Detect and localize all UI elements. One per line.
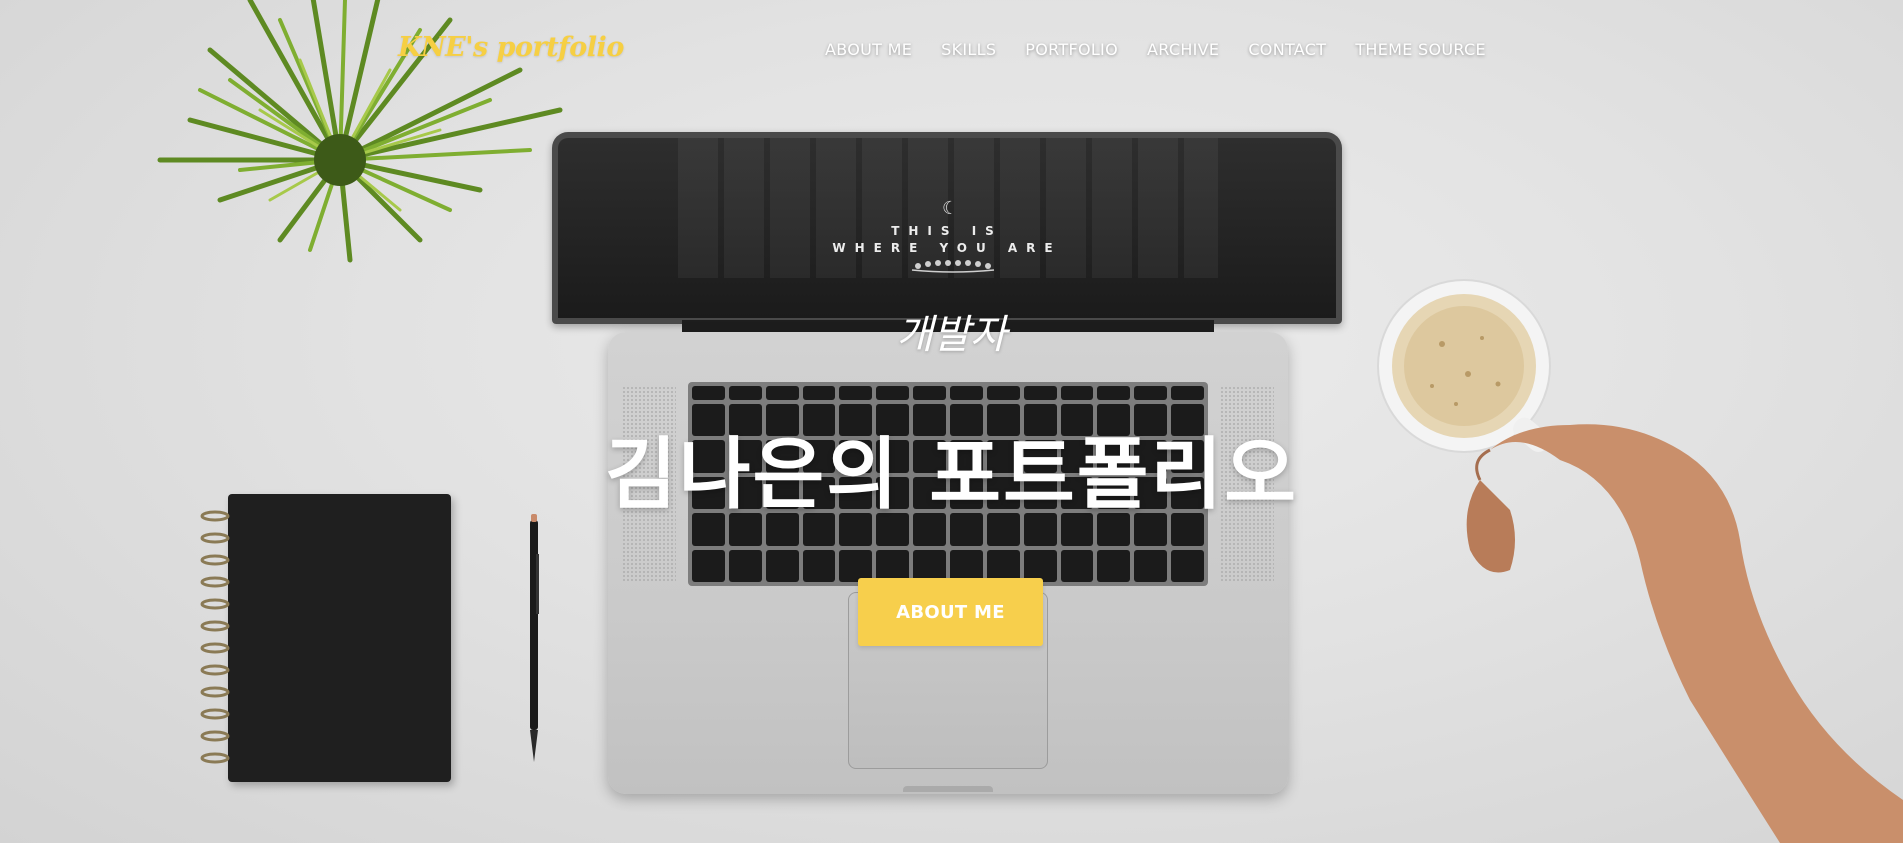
nav-item-contact[interactable]: CONTACT: [1248, 40, 1326, 59]
nav-item-portfolio[interactable]: PORTFOLIO: [1025, 40, 1118, 59]
about-me-button[interactable]: ABOUT ME: [858, 578, 1043, 646]
laptop-notch: [903, 786, 993, 792]
moon-icon: ☾: [942, 198, 959, 218]
nav-item-archive[interactable]: ARCHIVE: [1147, 40, 1219, 59]
laptop-screen-line2: WHERE YOU ARE: [832, 241, 1062, 255]
laurel-icon: [911, 260, 995, 273]
main-nav: ABOUT ME SKILLS PORTFOLIO ARCHIVE CONTAC…: [825, 40, 1515, 59]
spiral-binding-icon: [200, 510, 230, 764]
hero-title: 김나은의 포트폴리오: [605, 430, 1298, 520]
pen-image: [530, 514, 539, 762]
hero-section: KNE's portfolio ABOUT ME SKILLS PORTFOLI…: [0, 0, 1903, 843]
nav-item-about-me[interactable]: ABOUT ME: [825, 40, 912, 59]
notebook-image: [228, 494, 451, 782]
nav-item-skills[interactable]: SKILLS: [941, 40, 996, 59]
laptop-base: [608, 332, 1288, 794]
brand-logo[interactable]: KNE's portfolio: [398, 32, 624, 63]
nav-item-theme-source[interactable]: THEME SOURCE: [1355, 40, 1486, 59]
laptop-screen-line1: THIS IS: [891, 224, 1003, 238]
laptop-screen: ☾ THIS IS WHERE YOU ARE: [552, 132, 1342, 324]
hero-subtitle: 개발자: [896, 312, 1007, 358]
